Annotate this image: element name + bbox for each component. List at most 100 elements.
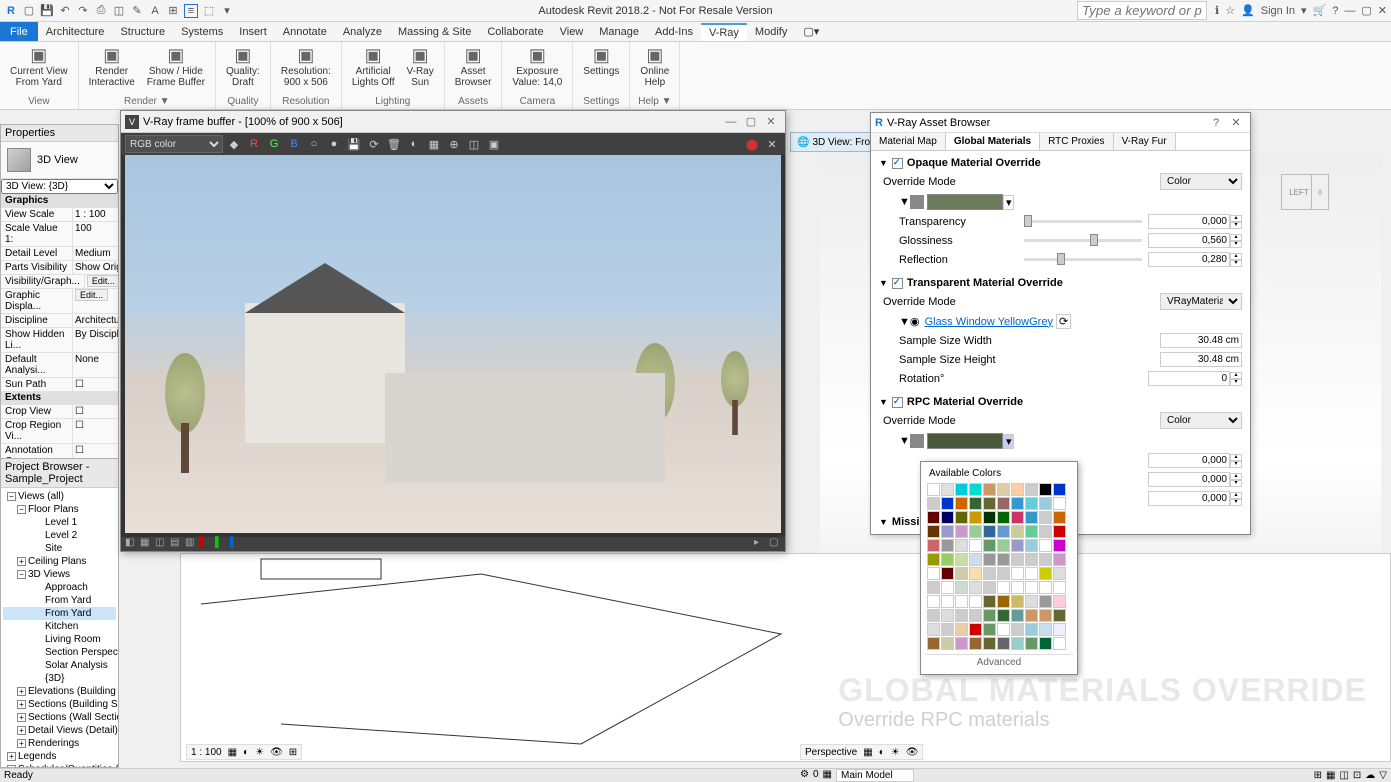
star-icon[interactable]: ☆ — [1225, 4, 1235, 17]
ribbon-button[interactable]: ▣Resolution: 900 x 506 — [277, 44, 335, 90]
spin-up[interactable]: ▴ — [1230, 253, 1242, 260]
spin-up[interactable]: ▴ — [1230, 492, 1242, 499]
color-swatch[interactable] — [983, 581, 996, 594]
tree-item[interactable]: Site — [3, 542, 116, 555]
spin-up[interactable]: ▴ — [1230, 372, 1242, 379]
color-swatch[interactable] — [1039, 511, 1052, 524]
status-tool-icon[interactable]: ◫ — [1339, 770, 1348, 781]
tab-extra-icon[interactable]: ▢▾ — [795, 23, 827, 40]
rpc-val3-input[interactable] — [1148, 491, 1230, 506]
color-swatch[interactable] — [997, 497, 1010, 510]
revit-logo-icon[interactable]: R — [4, 4, 18, 18]
property-value[interactable]: ☐ — [72, 405, 118, 418]
color-swatch[interactable] — [969, 637, 982, 650]
tree-toggle-icon[interactable]: + — [17, 739, 26, 748]
color-swatch[interactable] — [1025, 567, 1038, 580]
collapse-icon[interactable]: ▼ — [899, 196, 910, 208]
color-swatch[interactable] — [941, 539, 954, 552]
tab-collaborate[interactable]: Collaborate — [479, 24, 551, 40]
reflection-slider[interactable] — [1057, 253, 1065, 265]
tree-item[interactable]: +Legends — [3, 750, 116, 763]
signin[interactable]: Sign In — [1261, 5, 1295, 17]
color-swatch[interactable] — [941, 637, 954, 650]
cart-icon[interactable]: 🛒 — [1313, 4, 1327, 17]
color-swatch[interactable] — [1053, 497, 1066, 510]
color-swatch[interactable] — [1025, 581, 1038, 594]
transparency-slider[interactable] — [1024, 215, 1032, 227]
rpc-val2-input[interactable] — [1148, 472, 1230, 487]
ribbon-button[interactable]: ▣Quality: Draft — [222, 44, 264, 90]
color-swatch[interactable] — [1011, 553, 1024, 566]
transparent-checkbox[interactable] — [892, 278, 903, 289]
color-swatch[interactable] — [983, 525, 996, 538]
tree-item[interactable]: From Yard — [3, 607, 116, 620]
color-swatch[interactable] — [1011, 525, 1024, 538]
color-swatch[interactable] — [997, 483, 1010, 496]
status-icon[interactable]: ▦ — [823, 769, 832, 782]
tab-vray[interactable]: V-Ray — [701, 23, 747, 41]
color-swatch[interactable] — [1025, 511, 1038, 524]
tab-manage[interactable]: Manage — [591, 24, 647, 40]
dropdown-icon[interactable]: ▾ — [1301, 4, 1307, 17]
status-icon[interactable]: ⚙ — [800, 769, 809, 782]
vfb-status-icon[interactable]: ▌ — [215, 537, 227, 549]
color-swatch[interactable] — [997, 525, 1010, 538]
color-swatch[interactable] — [969, 553, 982, 566]
status-tool-icon[interactable]: ▦ — [1326, 770, 1335, 781]
property-row[interactable]: Graphic Displa...Edit... — [1, 288, 118, 313]
property-value[interactable]: Medium — [72, 247, 118, 260]
refresh-icon[interactable]: ⟳ — [1056, 314, 1071, 329]
tab-insert[interactable]: Insert — [231, 24, 275, 40]
vfb-status-icon[interactable]: ▥ — [185, 537, 197, 549]
color-swatch[interactable] — [1011, 539, 1024, 552]
ribbon-button[interactable]: ▣Render Interactive — [85, 44, 139, 90]
info-icon[interactable]: ℹ — [1215, 4, 1219, 17]
ribbon-button[interactable]: ▣Artificial Lights Off — [348, 44, 399, 90]
tree-item[interactable]: −3D Views — [3, 568, 116, 581]
color-swatch[interactable] — [1053, 637, 1066, 650]
color-swatch[interactable] — [983, 623, 996, 636]
property-row[interactable]: Parts VisibilityShow Origin — [1, 260, 118, 274]
spin-down[interactable]: ▾ — [1230, 461, 1242, 468]
collapse-icon[interactable]: ▼ — [879, 278, 888, 288]
tree-item[interactable]: Section Perspective — [3, 646, 116, 659]
color-swatch[interactable] — [1011, 623, 1024, 636]
color-swatch[interactable] — [927, 595, 940, 608]
tree-item[interactable]: Level 1 — [3, 516, 116, 529]
color-swatch[interactable] — [927, 511, 940, 524]
material-link[interactable]: Glass Window YellowGrey — [923, 316, 1053, 328]
color-swatch[interactable] — [1039, 483, 1052, 496]
spin-down[interactable]: ▾ — [1230, 222, 1242, 229]
color-swatch[interactable] — [927, 623, 940, 636]
color-swatch[interactable] — [1025, 483, 1038, 496]
vfb-clear-icon[interactable]: 🗑 — [385, 135, 403, 153]
glossiness-slider[interactable] — [1090, 234, 1098, 246]
color-swatch[interactable] — [1053, 581, 1066, 594]
color-swatch[interactable] — [969, 497, 982, 510]
property-row[interactable]: Crop View☐ — [1, 404, 118, 418]
vfb-tool-icon[interactable]: ◫ — [465, 135, 483, 153]
spin-down[interactable]: ▾ — [1230, 480, 1242, 487]
tab-systems[interactable]: Systems — [173, 24, 231, 40]
color-swatch[interactable] — [927, 581, 940, 594]
view-selector[interactable]: 3D View: {3D} — [1, 179, 118, 194]
color-swatch[interactable] — [1039, 567, 1052, 580]
rpc-mode-select[interactable]: Color — [1160, 412, 1242, 429]
vfb-save-icon[interactable]: 💾 — [345, 135, 363, 153]
spin-down[interactable]: ▾ — [1230, 260, 1242, 267]
tree-item[interactable]: +Renderings — [3, 737, 116, 750]
color-swatch[interactable] — [1053, 483, 1066, 496]
property-row[interactable]: Visibility/Graph...Edit... — [1, 274, 118, 288]
spin-down[interactable]: ▾ — [1230, 241, 1242, 248]
property-row[interactable]: Detail LevelMedium — [1, 246, 118, 260]
ssw-input[interactable] — [1160, 333, 1242, 348]
color-swatch[interactable] — [927, 609, 940, 622]
color-swatch[interactable] — [1025, 609, 1038, 622]
color-swatch[interactable] — [941, 497, 954, 510]
color-swatch[interactable] — [1039, 595, 1052, 608]
property-row[interactable]: Show Hidden Li...By Discipline — [1, 327, 118, 352]
property-value[interactable]: Edit... — [84, 275, 118, 288]
vfb-status-icon[interactable]: ▸ — [754, 537, 766, 549]
color-swatch[interactable] — [927, 497, 940, 510]
color-swatch[interactable] — [1039, 623, 1052, 636]
